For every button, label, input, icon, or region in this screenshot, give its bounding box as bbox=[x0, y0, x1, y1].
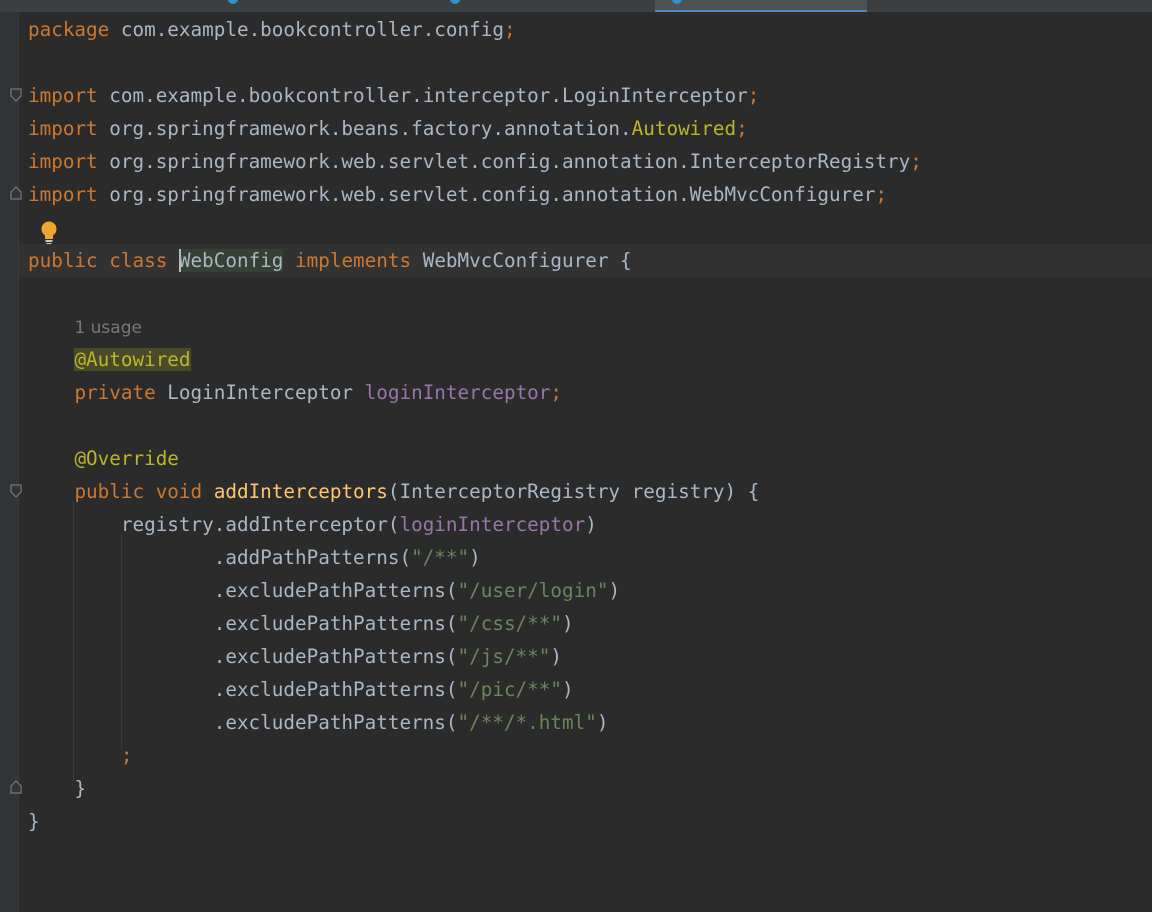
call-expr: .excludePathPatterns( bbox=[213, 579, 458, 602]
call-expr: .addPathPatterns( bbox=[213, 546, 412, 569]
code-line-10[interactable]: @Autowired bbox=[19, 343, 1152, 376]
keyword: class bbox=[109, 249, 168, 272]
keyword: void bbox=[155, 480, 203, 503]
field-name: loginInterceptor bbox=[364, 381, 551, 404]
interface-name: WebMvcConfigurer { bbox=[411, 249, 632, 272]
method-name: addInterceptors bbox=[213, 480, 388, 503]
editor-tab[interactable] bbox=[240, 0, 440, 10]
import-path: org.springframework.web.servlet.config.a… bbox=[97, 150, 911, 173]
string-literal: "/js/**" bbox=[457, 645, 551, 668]
keyword: import bbox=[28, 150, 98, 173]
code-line-16[interactable]: .addPathPatterns("/**") bbox=[19, 541, 1152, 574]
code-line-11[interactable]: private LoginInterceptor loginIntercepto… bbox=[19, 376, 1152, 409]
paren: ) bbox=[562, 612, 574, 635]
semicolon: ; bbox=[875, 183, 888, 206]
semicolon: ; bbox=[910, 150, 922, 173]
code-line-15[interactable]: registry.addInterceptor(loginInterceptor… bbox=[19, 508, 1152, 541]
string-literal: "/**" bbox=[411, 546, 470, 569]
code-line-8[interactable]: public class WebConfig implements WebMvc… bbox=[19, 244, 1152, 277]
keyword: implements bbox=[295, 249, 412, 272]
closing-brace: } bbox=[74, 777, 87, 800]
code-line-19[interactable]: .excludePathPatterns("/js/**") bbox=[19, 640, 1152, 673]
lightbulb-icon[interactable] bbox=[39, 220, 59, 246]
keyword: import bbox=[28, 84, 98, 107]
keyword: private bbox=[74, 381, 156, 404]
editor-gutter[interactable] bbox=[0, 12, 22, 912]
editor-tab[interactable] bbox=[460, 0, 650, 10]
call-expr: .excludePathPatterns( bbox=[213, 678, 458, 701]
import-path: org.springframework.beans.factory.annota… bbox=[97, 117, 632, 140]
import-path: com.example.bookcontroller.interceptor.L… bbox=[97, 84, 748, 107]
code-line-22[interactable]: ; bbox=[19, 739, 1152, 772]
call-expr: .excludePathPatterns( bbox=[213, 711, 458, 734]
semicolon: ; bbox=[550, 381, 562, 404]
keyword: public bbox=[28, 249, 98, 272]
code-line-18[interactable]: .excludePathPatterns("/css/**") bbox=[19, 607, 1152, 640]
code-line-17[interactable]: .excludePathPatterns("/user/login") bbox=[19, 574, 1152, 607]
paren: ) bbox=[608, 579, 621, 602]
semicolon: ; bbox=[747, 84, 760, 107]
file-icon bbox=[228, 0, 238, 4]
editor-tab[interactable] bbox=[0, 0, 110, 10]
code-line-13[interactable]: @Override bbox=[19, 442, 1152, 475]
string-literal: "/user/login" bbox=[457, 579, 609, 602]
paren: ) bbox=[550, 645, 562, 668]
code-line-14[interactable]: public void addInterceptors(InterceptorR… bbox=[19, 475, 1152, 508]
call-expr: .excludePathPatterns( bbox=[213, 645, 458, 668]
code-line-20[interactable]: .excludePathPatterns("/pic/**") bbox=[19, 673, 1152, 706]
semicolon: ; bbox=[120, 744, 133, 767]
type-name: LoginInterceptor bbox=[155, 381, 365, 404]
string-literal: "/pic/**" bbox=[457, 678, 562, 701]
paren: ) bbox=[585, 513, 597, 536]
paren: ) bbox=[469, 546, 481, 569]
semicolon: ; bbox=[503, 18, 516, 41]
import-class: Autowired bbox=[631, 117, 737, 140]
paren: ) bbox=[562, 678, 574, 701]
semicolon: ; bbox=[736, 117, 748, 140]
annotation: @Override bbox=[74, 447, 179, 470]
keyword: import bbox=[28, 183, 98, 206]
editor-tab-strip bbox=[0, 0, 1152, 12]
code-line-23[interactable]: } bbox=[19, 772, 1152, 805]
code-line-21[interactable]: .excludePathPatterns("/**/*.html") bbox=[19, 706, 1152, 739]
editor-tab-active[interactable] bbox=[655, 0, 867, 12]
call-expr: registry.addInterceptor( bbox=[120, 513, 400, 536]
package-name: com.example.bookcontroller.config bbox=[109, 18, 504, 41]
class-name: WebConfig bbox=[178, 249, 284, 272]
class-name-text: WebConfig bbox=[178, 249, 284, 272]
string-literal: "/css/**" bbox=[457, 612, 562, 635]
keyword: import bbox=[28, 117, 98, 140]
usage-hint[interactable]: 1 usage bbox=[74, 318, 142, 338]
call-expr: .excludePathPatterns( bbox=[213, 612, 458, 635]
keyword: public bbox=[74, 480, 145, 503]
annotation: @Autowired bbox=[74, 348, 191, 371]
usage-hint-line: 1 usage bbox=[19, 310, 1152, 343]
code-line-1[interactable]: package com.example.bookcontroller.confi… bbox=[19, 13, 1152, 46]
code-editor[interactable]: package com.example.bookcontroller.confi… bbox=[19, 12, 1152, 912]
method-params: (InterceptorRegistry registry) { bbox=[387, 480, 760, 503]
file-icon bbox=[450, 0, 460, 4]
code-line-6[interactable]: import org.springframework.web.servlet.c… bbox=[19, 178, 1152, 211]
code-line-3[interactable]: import com.example.bookcontroller.interc… bbox=[19, 79, 1152, 112]
string-literal: "/**/*.html" bbox=[457, 711, 597, 734]
code-line-5[interactable]: import org.springframework.web.servlet.c… bbox=[19, 145, 1152, 178]
code-line-4[interactable]: import org.springframework.beans.factory… bbox=[19, 112, 1152, 145]
keyword: package bbox=[28, 18, 110, 41]
import-path: org.springframework.web.servlet.config.a… bbox=[97, 183, 876, 206]
field-name: loginInterceptor bbox=[399, 513, 586, 536]
paren: ) bbox=[596, 711, 609, 734]
code-line-24[interactable]: } bbox=[19, 805, 1152, 838]
closing-brace: } bbox=[28, 810, 40, 833]
